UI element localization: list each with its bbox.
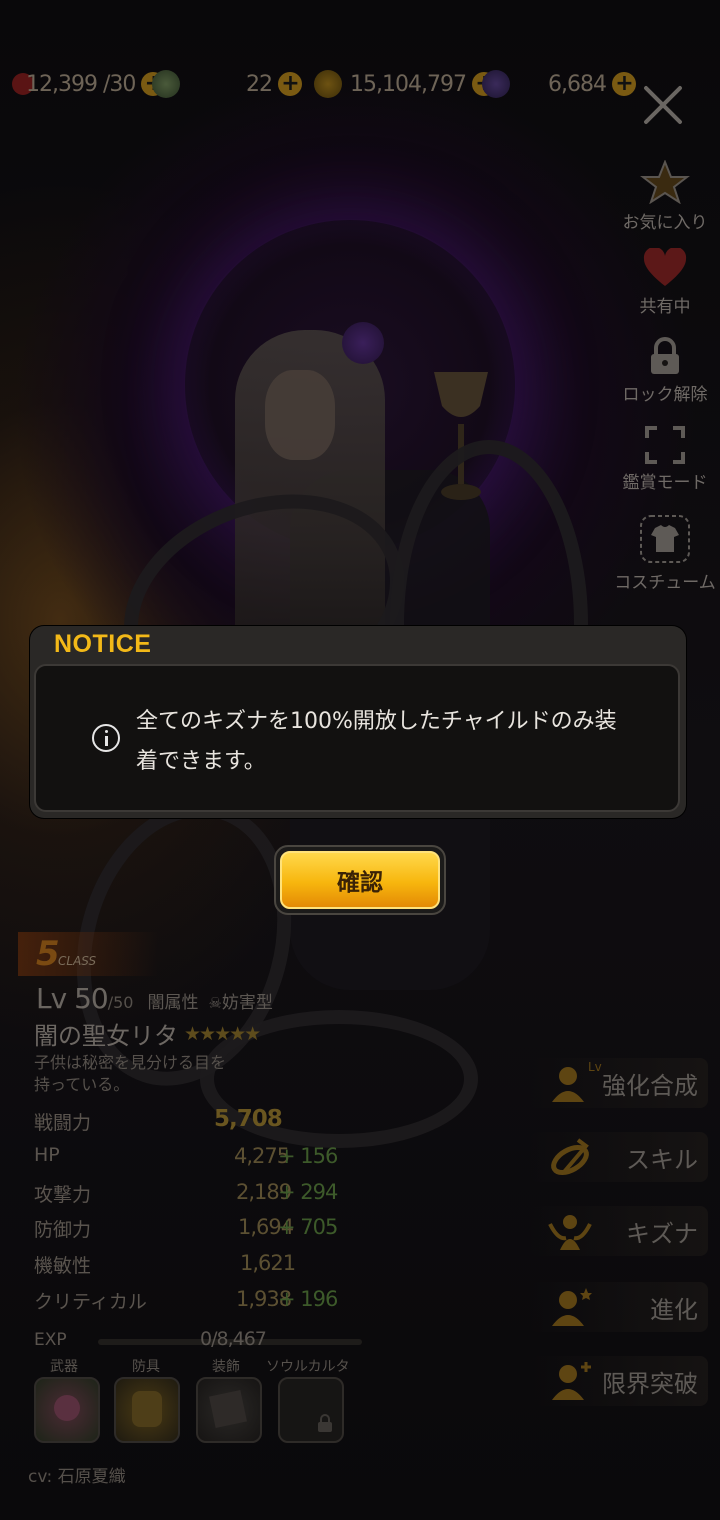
book-accessory-icon <box>209 1390 247 1428</box>
gems-resource: 22 + <box>246 64 302 104</box>
stamina-resource: 12,399 /30 + <box>26 64 166 104</box>
limit-break-button[interactable]: 限界突破 <box>530 1356 708 1406</box>
lock-icon <box>318 1414 332 1432</box>
costume-label: コスチューム <box>614 573 716 593</box>
lv-badge: Lv <box>588 1060 602 1074</box>
add-gems-button[interactable]: + <box>278 72 302 96</box>
skill-button[interactable]: スキル <box>530 1132 708 1182</box>
level-max: /50 <box>107 993 134 1012</box>
crystal-value: 6,684 <box>548 71 607 97</box>
armor-slot[interactable] <box>114 1377 180 1443</box>
favorite-label: お気に入り <box>622 213 708 233</box>
flower-weapon-icon <box>54 1395 80 1421</box>
stat-label: クリティカル <box>34 1291 147 1313</box>
level-line: Lv 50 /50 闇属性 ☠ 妨害型 <box>36 982 273 1018</box>
character-face-illustration <box>265 370 335 460</box>
viewer-mode-button[interactable]: 鑑賞モード <box>610 426 720 493</box>
person-lv-icon <box>552 1067 584 1102</box>
skill-label: スキル <box>626 1145 698 1174</box>
shared-label: 共有中 <box>639 297 691 317</box>
soul-carta-slot[interactable] <box>278 1377 344 1443</box>
level-value: Lv 50 <box>36 982 109 1015</box>
star-icon <box>640 160 690 204</box>
character-name-line: 闇の聖女リタ ★★★★★ <box>34 1016 261 1051</box>
weapon-slot[interactable] <box>34 1377 100 1443</box>
stamina-value: 12,399 /30 <box>26 71 136 97</box>
stat-bonus-value: + 196 <box>278 1287 338 1311</box>
kizuna-button[interactable]: キズナ <box>530 1206 708 1256</box>
stat-bonus-value: + 705 <box>278 1215 338 1239</box>
gold-coin-icon <box>314 70 342 98</box>
evolve-button[interactable]: 進化 <box>530 1282 708 1332</box>
stat-label: 防御力 <box>34 1219 92 1241</box>
person-plus-icon <box>552 1362 591 1400</box>
heart-icon <box>643 248 687 286</box>
gold-value: 15,104,797 <box>350 71 467 97</box>
rarity-stars: ★★★★★ <box>184 1022 261 1045</box>
combat-power-label: 戦闘力 <box>34 1112 92 1134</box>
crystal-icon <box>482 70 510 98</box>
stat-label: HP <box>34 1144 60 1166</box>
stat-label: 機敏性 <box>34 1255 92 1277</box>
add-crystal-button[interactable]: + <box>611 72 636 96</box>
unlock-button[interactable]: ロック解除 <box>610 336 720 405</box>
stat-bonus-value: + 156 <box>278 1144 338 1168</box>
soul-carta-slot-label: ソウルカルタ <box>266 1359 350 1375</box>
winged-person-icon <box>548 1215 592 1250</box>
stat-label: 攻撃力 <box>34 1184 92 1206</box>
enhance-label: 強化合成 <box>602 1071 698 1100</box>
character-name: 闇の聖女リタ <box>34 1022 178 1050</box>
gems-value: 22 <box>246 71 273 97</box>
class-number: 5 <box>36 934 60 974</box>
unlock-label: ロック解除 <box>622 385 708 405</box>
notice-dialog: NOTICE 全てのキズナを100%開放したチャイルドのみ装着できます。 <box>30 626 686 818</box>
accessory-slot-label: 装飾 <box>212 1359 240 1375</box>
notice-body: 全てのキズナを100%開放したチャイルドのみ装着できます。 <box>34 664 680 812</box>
person-star-icon <box>552 1288 592 1326</box>
shared-button[interactable]: 共有中 <box>610 248 720 317</box>
weapon-slot-label: 武器 <box>50 1359 78 1375</box>
stat-base-value: 1,621 <box>240 1251 296 1275</box>
stat-bonus-value: + 294 <box>278 1180 338 1204</box>
shirt-icon <box>640 515 690 563</box>
combat-power-value: 5,708 <box>214 1106 283 1132</box>
voice-actor-credit: cv: 石原夏織 <box>28 1467 126 1487</box>
confirm-button[interactable]: 確認 <box>274 845 446 915</box>
armor-slot-label: 防具 <box>132 1359 160 1375</box>
accessory-slot[interactable] <box>196 1377 262 1443</box>
crystal-resource: 6,684 + <box>548 64 636 104</box>
notice-title: NOTICE <box>54 630 152 658</box>
viewer-mode-label: 鑑賞モード <box>622 473 708 493</box>
class-label: CLASS <box>58 954 97 968</box>
description-line-1: 子供は秘密を見分ける目を <box>34 1053 227 1072</box>
skull-icon: ☠ <box>208 994 222 1012</box>
role-badge: 妨害型 <box>221 993 273 1013</box>
evolve-label: 進化 <box>650 1295 698 1324</box>
kizuna-label: キズナ <box>626 1219 698 1248</box>
notice-message: 全てのキズナを100%開放したチャイルドのみ装着できます。 <box>136 709 617 774</box>
exp-value: 0/8,467 <box>200 1328 267 1350</box>
limit-break-label: 限界突破 <box>602 1369 698 1398</box>
enhance-button[interactable]: Lv 強化合成 <box>530 1058 708 1108</box>
resource-bar: 12,399 /30 + 22 + 15,104,797 + 6,684 + <box>0 64 640 104</box>
info-icon <box>92 724 120 752</box>
favorite-button[interactable]: お気に入り <box>610 160 720 233</box>
fullscreen-icon <box>645 426 685 464</box>
armor-icon <box>132 1391 162 1427</box>
orb-icon <box>152 70 180 98</box>
class-badge: 5 CLASS <box>18 932 158 976</box>
attribute-badge: 闇属性 <box>147 993 199 1013</box>
lock-icon <box>651 337 679 374</box>
skill-swirl-icon <box>551 1138 589 1175</box>
character-description: 子供は秘密を見分ける目を 持っている。 <box>34 1052 226 1096</box>
rose-ornament <box>342 322 384 364</box>
confirm-button-label: 確認 <box>280 851 440 909</box>
costume-button[interactable]: コスチューム <box>610 514 720 593</box>
description-line-2: 持っている。 <box>34 1075 130 1094</box>
close-icon[interactable] <box>640 82 686 128</box>
exp-label: EXP <box>34 1330 67 1350</box>
gold-resource: 15,104,797 + <box>350 64 496 104</box>
